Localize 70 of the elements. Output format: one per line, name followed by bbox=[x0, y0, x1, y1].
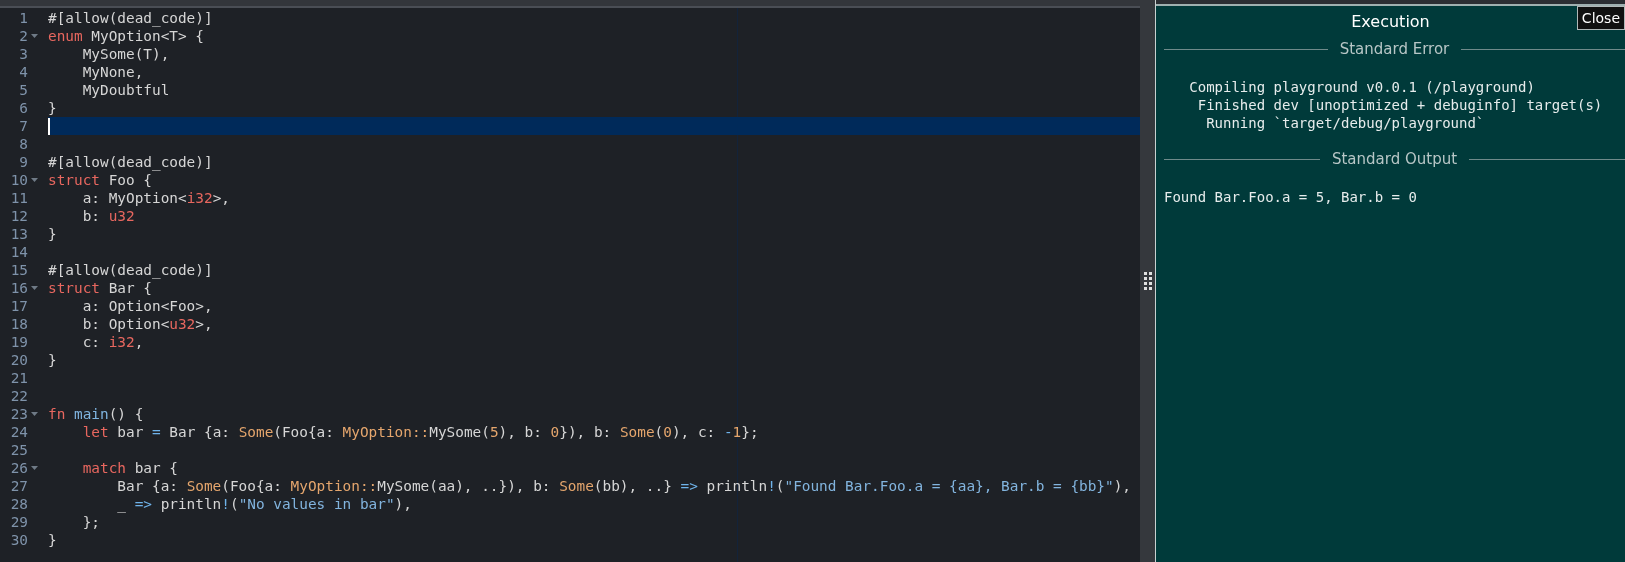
code-line: c: i32, bbox=[81, 333, 144, 351]
splitter-handle[interactable] bbox=[1140, 0, 1156, 562]
code-line: } bbox=[48, 351, 57, 369]
close-button[interactable]: Close bbox=[1576, 6, 1625, 30]
output-line: Running `target/debug/playground` bbox=[1205, 114, 1486, 132]
fold-arrow-icon[interactable] bbox=[31, 178, 38, 182]
line-number: 24 bbox=[9, 423, 28, 441]
fold-arrow-icon[interactable] bbox=[31, 412, 38, 416]
line-number: 17 bbox=[9, 297, 28, 315]
code-line: let bar = Bar {a: Some(Foo{a: MyOption::MySome(5), b: 0}), b: Some(0), c: -1}; bbox=[81, 423, 759, 441]
fold-arrow-icon[interactable] bbox=[31, 34, 38, 38]
code-line: Bar {a: Some(Foo{a: MyOption::MySome(aa), ..}), b: Some(bb), ..} => println!("Found Bar.Foo.a = {aa}, Bar.b = {bb}"), bbox=[116, 477, 1132, 495]
code-line: struct Bar { bbox=[48, 279, 152, 297]
line-number: 28 bbox=[9, 495, 28, 513]
code-line: } bbox=[48, 531, 57, 549]
line-number: 29 bbox=[9, 513, 28, 531]
line-number: 8 bbox=[18, 135, 28, 153]
code-line: struct Foo { bbox=[48, 171, 152, 189]
code-line: _ => println!("No values in bar"), bbox=[116, 495, 412, 513]
line-number: 13 bbox=[9, 225, 28, 243]
line-number: 15 bbox=[9, 261, 28, 279]
fold-arrow-icon[interactable] bbox=[31, 286, 38, 290]
line-number: 22 bbox=[9, 387, 28, 405]
line-number: 16 bbox=[9, 279, 28, 297]
line-number: 25 bbox=[9, 441, 28, 459]
code-line: MyDoubtful bbox=[81, 81, 170, 99]
line-number: 2 bbox=[18, 27, 28, 45]
code-line: enum MyOption<T> { bbox=[48, 27, 204, 45]
code-line: }; bbox=[81, 513, 100, 531]
line-number: 12 bbox=[9, 207, 28, 225]
line-number: 23 bbox=[9, 405, 28, 423]
line-number: 9 bbox=[18, 153, 28, 171]
line-number: 26 bbox=[9, 459, 28, 477]
line-number: 1 bbox=[18, 9, 28, 27]
section-heading: Standard Error bbox=[1339, 40, 1450, 58]
output-line: Compiling playground v0.0.1 (/playground) bbox=[1188, 78, 1536, 96]
code-line: b: u32 bbox=[81, 207, 135, 225]
code-line: #[allow(dead_code)] bbox=[48, 9, 213, 27]
code-line: match bar { bbox=[81, 459, 178, 477]
line-number: 4 bbox=[18, 63, 28, 81]
line-number: 27 bbox=[9, 477, 28, 495]
panel-title: Execution bbox=[1351, 11, 1430, 31]
line-number: 6 bbox=[18, 99, 28, 117]
code-line: a: MyOption<i32>, bbox=[81, 189, 230, 207]
code-line: } bbox=[48, 99, 57, 117]
output-line: Found Bar.Foo.a = 5, Bar.b = 0 bbox=[1164, 188, 1418, 206]
section-heading: Standard Output bbox=[1331, 150, 1458, 168]
line-number: 5 bbox=[18, 81, 28, 99]
code-line: fn main() { bbox=[48, 405, 144, 423]
line-number: 21 bbox=[9, 369, 28, 387]
code-line: #[allow(dead_code)] bbox=[48, 153, 213, 171]
output-line: Finished dev [unoptimized + debuginfo] target(s) bbox=[1196, 96, 1604, 114]
line-number: 14 bbox=[9, 243, 28, 261]
grip-icon bbox=[1143, 272, 1152, 290]
fold-arrow-icon[interactable] bbox=[31, 466, 38, 470]
code-line: b: Option<u32>, bbox=[81, 315, 213, 333]
line-number: 18 bbox=[9, 315, 28, 333]
code-line: } bbox=[48, 225, 57, 243]
line-number: 11 bbox=[9, 189, 28, 207]
line-number: 30 bbox=[9, 531, 28, 549]
code-line: MySome(T), bbox=[81, 45, 170, 63]
code-line: MyNone, bbox=[81, 63, 144, 81]
line-number: 3 bbox=[18, 45, 28, 63]
line-number: 19 bbox=[9, 333, 28, 351]
line-number: 7 bbox=[18, 117, 28, 135]
line-number: 10 bbox=[9, 171, 28, 189]
line-number: 20 bbox=[9, 351, 28, 369]
text-cursor bbox=[48, 117, 50, 135]
code-line: a: Option<Foo>, bbox=[81, 297, 213, 315]
code-line: #[allow(dead_code)] bbox=[48, 261, 213, 279]
